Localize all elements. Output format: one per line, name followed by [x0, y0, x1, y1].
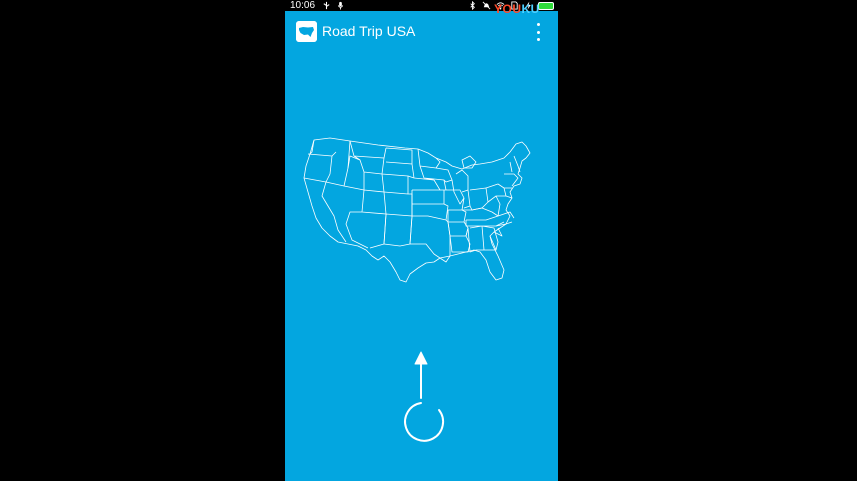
status-time: 10:06: [290, 0, 316, 11]
state-borders-east: [485, 155, 521, 237]
state-borders-plains: [385, 147, 451, 263]
state-borders-mountain-west: [343, 155, 387, 249]
overflow-menu-icon[interactable]: [533, 23, 543, 41]
state-borders-west: [303, 139, 351, 243]
state-borders-rockies: [349, 140, 413, 247]
app-bar: Road Trip USA: [285, 11, 558, 51]
usb-icon: [323, 1, 330, 10]
bluetooth-icon: [470, 1, 475, 10]
mute-icon: [482, 1, 491, 10]
mic-icon: [337, 1, 344, 10]
app-title: Road Trip USA: [322, 23, 416, 39]
us-states-map: [303, 137, 531, 283]
youku-watermark: YOUKU: [494, 2, 540, 16]
battery-icon: [538, 1, 554, 10]
swipe-up-arrow-icon: [404, 351, 445, 442]
us-map-app-icon: [296, 21, 317, 42]
us-outline: [303, 137, 531, 283]
phone-screen: 10:06 Road Trip USA YOUKU: [285, 0, 558, 481]
